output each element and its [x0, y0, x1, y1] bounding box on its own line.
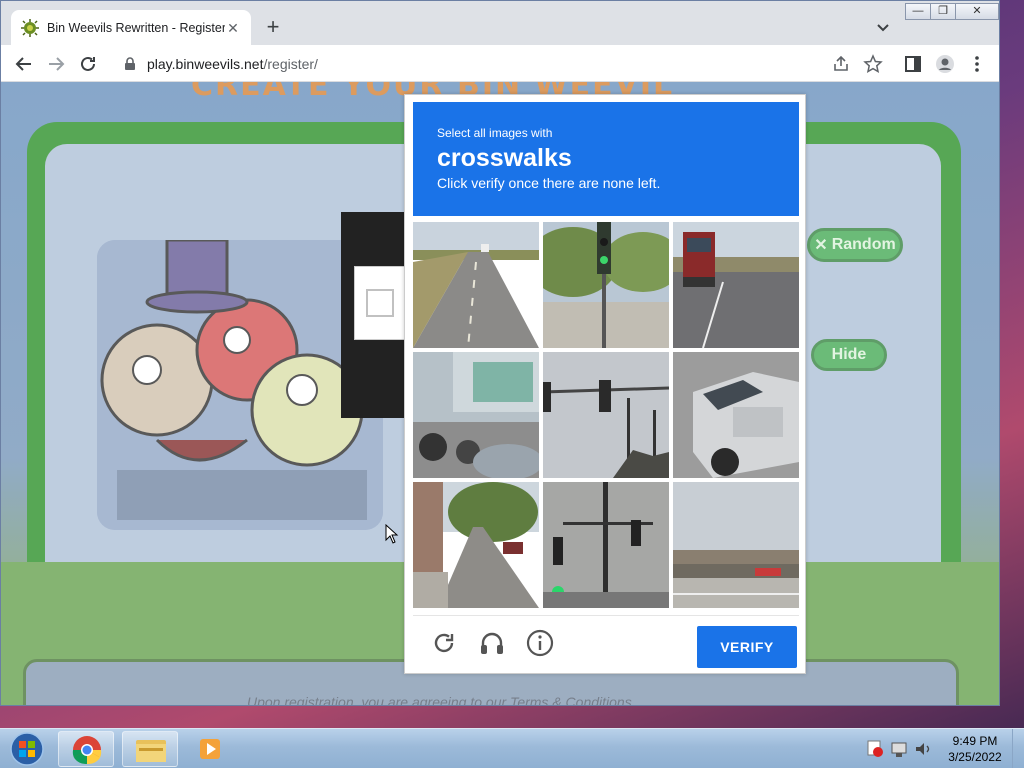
- red-truck-highway-image: [673, 222, 799, 348]
- captcha-footer: VERIFY: [413, 615, 799, 673]
- overpass-red-car-image: [673, 482, 799, 608]
- volume-icon: [916, 743, 930, 755]
- address-bar[interactable]: play.binweevils.net/register/: [109, 49, 889, 78]
- minimize-button[interactable]: —: [905, 3, 931, 20]
- captcha-tile-4[interactable]: [413, 352, 539, 478]
- taskbar-clock[interactable]: 9:49 PM 3/25/2022: [942, 733, 1008, 765]
- reload-icon: [81, 56, 95, 71]
- network-icon: [891, 742, 907, 757]
- traffic-poles-image: [543, 482, 669, 608]
- side-panel-icon[interactable]: [903, 54, 923, 74]
- mouse-cursor-icon: [385, 524, 399, 544]
- clock-time: 9:49 PM: [952, 734, 998, 748]
- new-tab-button[interactable]: +: [261, 15, 285, 39]
- captcha-header: Select all images with crosswalks Click …: [413, 102, 799, 216]
- captcha-tile-2[interactable]: [543, 222, 669, 348]
- captcha-dialog: Select all images with crosswalks Click …: [404, 94, 806, 674]
- media-player-icon: [200, 739, 220, 759]
- tab-title: Bin Weevils Rewritten - Register: [47, 20, 225, 35]
- start-orb-icon[interactable]: [8, 731, 46, 767]
- close-window-button[interactable]: ✕: [955, 3, 999, 20]
- forward-arrow-icon: [49, 57, 65, 71]
- file-explorer-icon: [136, 740, 166, 762]
- share-icon[interactable]: [831, 54, 851, 74]
- profile-avatar-icon[interactable]: [935, 54, 955, 74]
- windows-taskbar: 9:49 PM 3/25/2022: [0, 728, 1024, 768]
- system-tray: [867, 740, 930, 757]
- info-icon[interactable]: [525, 628, 555, 658]
- captcha-instruction-small: Select all images with: [437, 126, 553, 140]
- bin-weevils-favicon: [21, 18, 39, 37]
- kebab-menu-icon[interactable]: [967, 54, 987, 74]
- captcha-tile-7[interactable]: [413, 482, 539, 608]
- tab-search-icon[interactable]: [873, 17, 893, 37]
- reload-button[interactable]: [77, 53, 99, 75]
- verify-button[interactable]: VERIFY: [697, 626, 797, 668]
- show-desktop-button[interactable]: [1012, 729, 1024, 768]
- chrome-icon: [72, 736, 102, 765]
- captcha-target-word: crosswalks: [437, 144, 572, 172]
- captcha-tile-6[interactable]: [673, 352, 799, 478]
- taskbar-chrome[interactable]: [58, 731, 114, 767]
- captcha-checkbox[interactable]: [366, 289, 394, 317]
- url-path: /register/: [263, 55, 318, 72]
- clock-date: 3/25/2022: [948, 750, 1002, 764]
- maximize-button[interactable]: ❐: [930, 3, 956, 20]
- silver-suv-image: [673, 352, 799, 478]
- traffic-light-trees-image: [543, 222, 669, 348]
- url-host: play.binweevils.net: [147, 55, 264, 72]
- reload-challenge-icon[interactable]: [429, 628, 459, 658]
- tab-close-icon[interactable]: ✕: [225, 20, 241, 36]
- traffic-signals-sky-image: [543, 352, 669, 478]
- tab-register[interactable]: Bin Weevils Rewritten - Register ✕: [11, 10, 251, 45]
- captcha-tile-3[interactable]: [673, 222, 799, 348]
- captcha-instruction-sub: Click verify once there are none left.: [437, 175, 661, 191]
- captcha-tile-5[interactable]: [543, 352, 669, 478]
- captcha-image-grid: [413, 222, 799, 608]
- bookmark-star-icon[interactable]: [863, 54, 883, 74]
- back-button[interactable]: [13, 53, 35, 75]
- lock-icon: [125, 56, 135, 70]
- tree-lined-street-image: [413, 482, 539, 608]
- action-center-flag-icon: [867, 740, 883, 757]
- road-with-car-image: [413, 222, 539, 348]
- forward-button[interactable]: [45, 53, 67, 75]
- parked-motorcycles-image: [413, 352, 539, 478]
- taskbar-file-explorer[interactable]: [122, 731, 178, 767]
- back-arrow-icon: [15, 57, 31, 71]
- audio-challenge-icon[interactable]: [477, 628, 507, 658]
- captcha-tile-8[interactable]: [543, 482, 669, 608]
- browser-toolbar: play.binweevils.net/register/: [1, 45, 999, 82]
- captcha-tile-1[interactable]: [413, 222, 539, 348]
- captcha-tile-9[interactable]: [673, 482, 799, 608]
- url-text: play.binweevils.net/register/: [147, 56, 318, 72]
- taskbar-media-player[interactable]: [186, 731, 242, 767]
- tab-strip: Bin Weevils Rewritten - Register ✕ + — ❐…: [1, 1, 999, 45]
